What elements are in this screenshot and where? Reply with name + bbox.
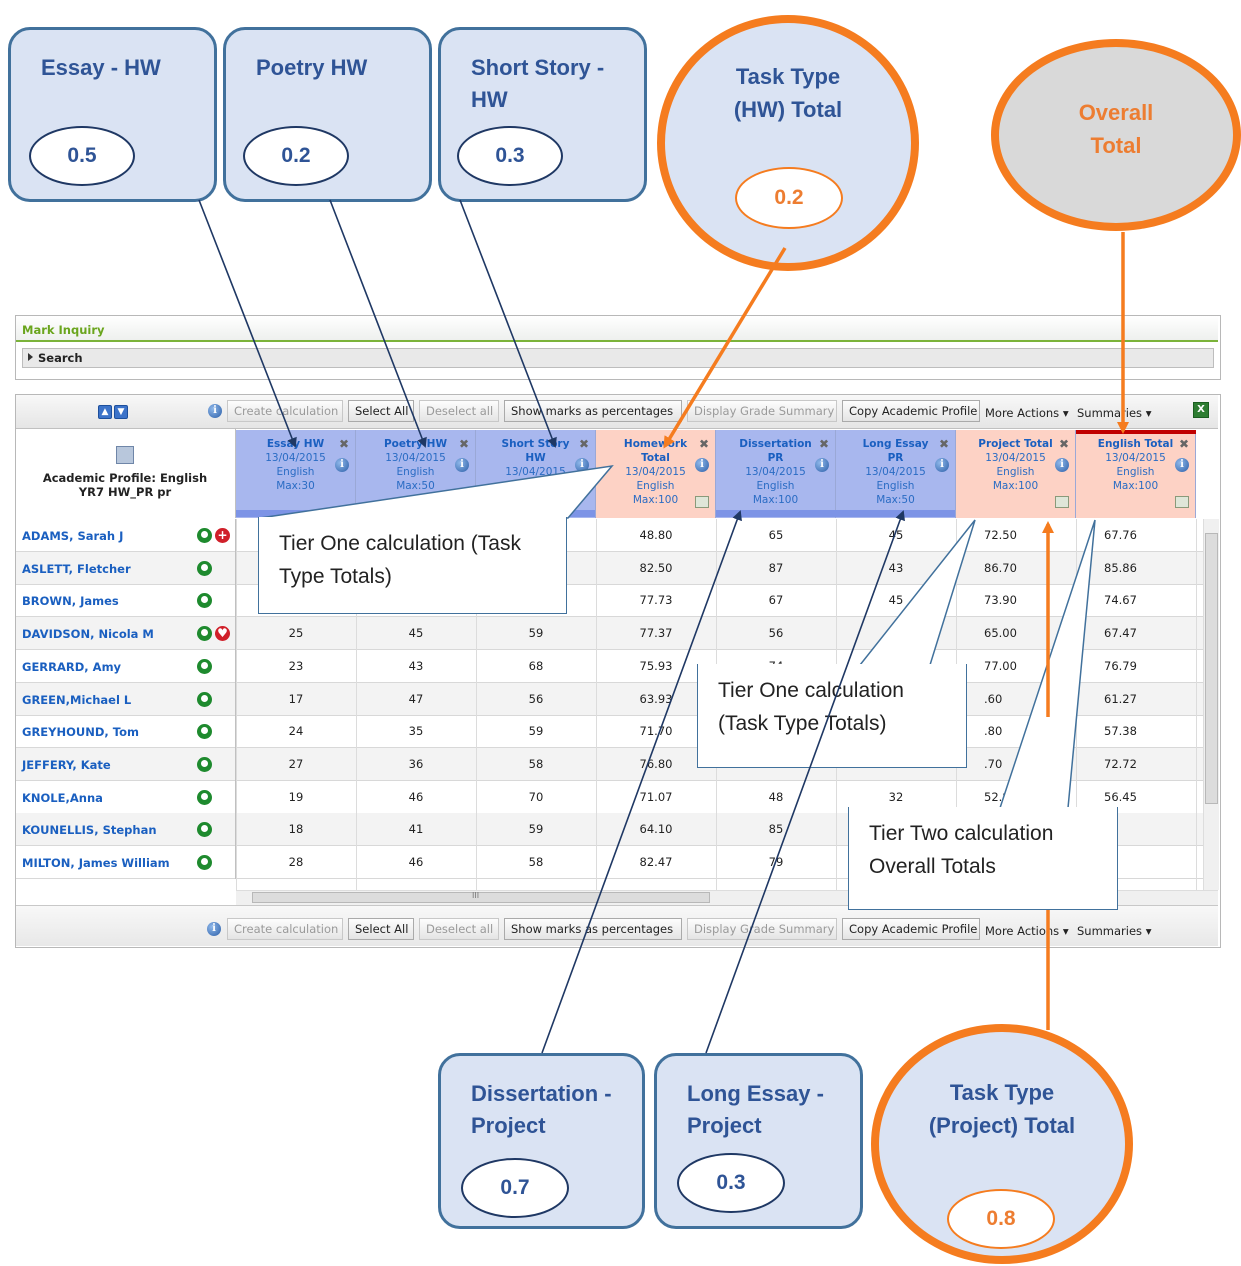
project-total-weight: 0.8 [947,1189,1055,1249]
tier-one-callout-b: Tier One calculation (Task Type Totals) [697,664,967,768]
long-essay-project-title: Long Essay - Project [687,1081,824,1138]
dissertation-project-weight: 0.7 [461,1158,569,1218]
long-essay-project-weight: 0.3 [677,1153,785,1213]
long-essay-project-box: Long Essay - Project 0.3 [654,1053,863,1229]
project-total-title: Task Type (Project) Total [928,1080,1076,1138]
dissertation-project-box: Dissertation - Project 0.7 [438,1053,645,1229]
dissertation-project-title: Dissertation - Project [471,1081,612,1138]
tier-two-callout: Tier Two calculation Overall Totals [848,807,1118,910]
tier-one-callout-a: Tier One calculation (Task Type Totals) [258,517,567,614]
